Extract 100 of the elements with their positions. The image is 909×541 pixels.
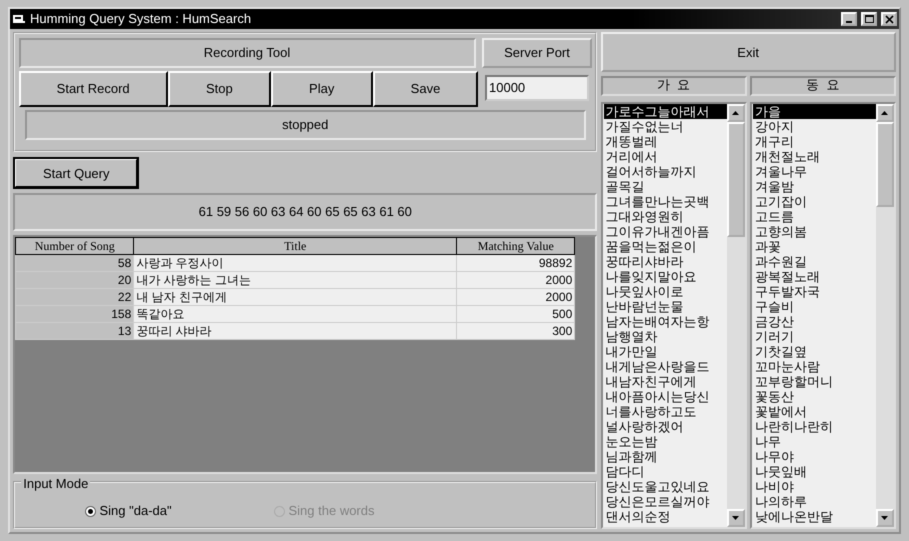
start-query-button[interactable]: Start Query [14, 158, 138, 188]
list-item[interactable]: 내남자친구에게 [604, 374, 726, 388]
list-item[interactable]: 개구리 [752, 134, 876, 148]
list-item[interactable]: 그녀를만나는곳백 [604, 194, 726, 208]
minimize-button[interactable] [841, 12, 857, 26]
exit-button[interactable]: Exit [600, 32, 896, 72]
close-button[interactable] [881, 12, 897, 26]
list-item[interactable]: 골목길 [604, 178, 726, 194]
list-item[interactable]: 나뭇잎배 [752, 464, 876, 478]
list-item[interactable]: 가을 [752, 104, 876, 118]
list-item[interactable]: 가로수그늘아래서 [604, 104, 726, 118]
list-item[interactable]: 고기잡이 [752, 194, 876, 208]
table-cell: 2000 [456, 288, 575, 306]
maximize-button[interactable] [861, 12, 877, 26]
list-item[interactable]: 개똥벌레 [604, 134, 726, 148]
table-cell: 500 [456, 306, 575, 323]
list-item[interactable]: 나를잊지말아요 [604, 268, 726, 284]
list-item[interactable]: 구두발자국 [752, 284, 876, 298]
close-icon [884, 14, 894, 24]
scrollbar-thumb[interactable] [876, 122, 894, 206]
table-cell: 20 [16, 272, 134, 289]
list-item[interactable]: 광복절노래 [752, 268, 876, 284]
list-item[interactable]: 내가만일 [604, 344, 726, 358]
record-control-button[interactable]: Play [270, 70, 373, 107]
table-cell: 58 [16, 254, 134, 272]
scroll-up-icon[interactable] [726, 104, 744, 122]
list-header[interactable]: 동 요 [750, 76, 896, 96]
list-item[interactable]: 개천절노래 [752, 148, 876, 164]
table-cell: 22 [16, 288, 134, 306]
server-port-label: Server Port [482, 38, 592, 68]
table-cell: 2000 [456, 272, 575, 289]
list-item[interactable]: 고향의봄 [752, 224, 876, 238]
list-item[interactable]: 당신은모르실꺼야 [604, 494, 726, 508]
table-cell: 98892 [456, 254, 575, 272]
status-text: stopped [25, 110, 586, 140]
list-item[interactable]: 거리에서 [604, 148, 726, 164]
list-header[interactable]: 가 요 [600, 76, 746, 96]
list-item[interactable]: 남행열차 [604, 328, 726, 344]
list-item[interactable]: 낮에나온반달 [752, 508, 876, 524]
list-item[interactable]: 남자는배여자는항 [604, 314, 726, 328]
list-item[interactable]: 나비야 [752, 478, 876, 494]
list-item[interactable]: 금강산 [752, 314, 876, 328]
record-control-button[interactable]: Start Record [18, 70, 168, 107]
table-cell: 158 [16, 306, 134, 323]
list-item[interactable]: 나뭇잎사이로 [604, 284, 726, 298]
scroll-down-icon[interactable] [876, 508, 894, 527]
column-header[interactable]: Matching Value [456, 238, 575, 255]
list-item[interactable]: 내아픔아시는당신 [604, 388, 726, 404]
app-icon [12, 13, 26, 25]
table-cell: 내 남자 친구에게 [134, 288, 457, 306]
record-control-button[interactable]: Stop [168, 70, 271, 107]
list-item[interactable]: 님과함께 [604, 448, 726, 464]
table-cell: 300 [456, 322, 575, 340]
list-item[interactable]: 꿈을먹는젊은이 [604, 238, 726, 254]
scroll-down-icon[interactable] [726, 508, 744, 527]
maximize-icon [864, 14, 874, 24]
recording-tool-label: Recording Tool [18, 38, 476, 68]
list-item[interactable]: 나란히나란히 [752, 418, 876, 434]
table-cell: 꿍따리 샤바라 [134, 322, 457, 340]
list-item[interactable]: 기찻길옆 [752, 344, 876, 358]
list-item[interactable]: 꼬마눈사람 [752, 358, 876, 374]
record-control-button[interactable]: Save [372, 70, 478, 107]
list-item[interactable]: 과수원길 [752, 254, 876, 268]
list-item[interactable]: 기러기 [752, 328, 876, 344]
column-header[interactable]: Title [134, 238, 457, 255]
list-item[interactable]: 그대와영원히 [604, 208, 726, 224]
column-header[interactable]: Number of Song [16, 238, 134, 255]
list-item[interactable]: 꽃동산 [752, 388, 876, 404]
list-item[interactable]: 구슬비 [752, 298, 876, 314]
list-item[interactable]: 걸어서하늘까지 [604, 164, 726, 178]
table-cell: 13 [16, 322, 134, 340]
list-item[interactable]: 댄서의순정 [604, 508, 726, 524]
scroll-up-icon[interactable] [876, 104, 894, 122]
table-cell: 똑같아요 [134, 306, 457, 323]
table-cell: 사랑과 우정사이 [134, 254, 457, 272]
list-item[interactable]: 나무야 [752, 448, 876, 464]
list-item[interactable]: 꼬부랑할머니 [752, 374, 876, 388]
list-item[interactable]: 널사랑하겠어 [604, 418, 726, 434]
list-item[interactable]: 그이유가내겐아픔 [604, 224, 726, 238]
list-item[interactable]: 담다디 [604, 464, 726, 478]
list-item[interactable]: 겨울밤 [752, 178, 876, 194]
list-item[interactable]: 난바람넌눈물 [604, 298, 726, 314]
list-item[interactable]: 나의하루 [752, 494, 876, 508]
window-title: Humming Query System : HumSearch [30, 10, 252, 28]
list-item[interactable]: 당신도울고있네요 [604, 478, 726, 494]
scrollbar-thumb[interactable] [726, 122, 744, 236]
list-item[interactable]: 너를사랑하고도 [604, 404, 726, 418]
list-item[interactable]: 가질수없는너 [604, 118, 726, 134]
list-item[interactable]: 눈오는밤 [604, 434, 726, 448]
server-port-field[interactable]: 10000 [485, 74, 589, 101]
list-item[interactable]: 강아지 [752, 118, 876, 134]
list-item[interactable]: 과꽃 [752, 238, 876, 254]
list-item[interactable]: 내게남은사랑을드 [604, 358, 726, 374]
list-item[interactable]: 겨울나무 [752, 164, 876, 178]
list-item[interactable]: 꿍따리샤바라 [604, 254, 726, 268]
list-item[interactable]: 고드름 [752, 208, 876, 224]
list-item[interactable]: 꽃밭에서 [752, 404, 876, 418]
input-mode-radio[interactable]: Sing "da-da" [85, 501, 236, 521]
list-item[interactable]: 나무 [752, 434, 876, 448]
note-sequence-text: 61 59 56 60 63 64 60 65 65 63 61 60 [13, 192, 598, 231]
